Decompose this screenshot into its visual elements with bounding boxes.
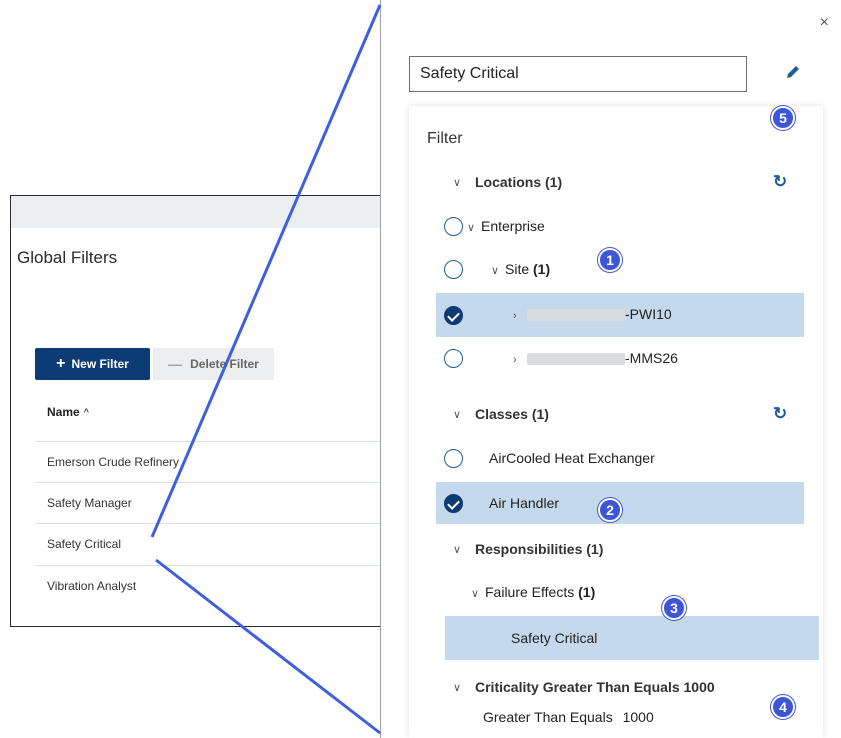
window-top-bar (11, 196, 389, 228)
chevron-right-icon: › (513, 354, 517, 366)
callout-badge-4: 4 (771, 695, 795, 719)
chevron-down-icon: ∨ (467, 222, 476, 234)
callout-badge-2: 2 (598, 498, 622, 522)
failure-effects-item[interactable]: ∨ Failure Effects (1) (471, 584, 595, 600)
locations-header-label: Locations (1) (475, 174, 563, 190)
class-item2-radio[interactable] (444, 494, 463, 513)
site-radio[interactable] (444, 260, 463, 279)
site-item[interactable]: ∨ Site (1) (491, 261, 550, 277)
page-title: Global Filters (17, 248, 118, 267)
new-filter-label: New Filter (71, 357, 129, 371)
row-label: Safety Manager (47, 495, 132, 510)
global-filters-window: Global Filters + New Filter — Delete Fil… (10, 195, 390, 627)
class-item2-label[interactable]: Air Handler (489, 495, 559, 511)
callout-badge-5: 5 (771, 106, 795, 130)
responsibilities-header-label: Responsibilities (1) (475, 541, 604, 557)
filter-name-value: Safety Critical (420, 65, 519, 82)
location-item1-radio[interactable] (444, 306, 463, 325)
plus-icon: + (56, 355, 66, 372)
chevron-down-icon: ∨ (471, 588, 480, 600)
location-item1[interactable]: › -PWI10 (513, 306, 672, 322)
failure-effects-count: (1) (578, 584, 596, 600)
site-count: (1) (533, 261, 551, 277)
table-row[interactable]: Safety Manager (35, 482, 390, 522)
failure-effects-label: Failure Effects (485, 584, 575, 600)
delete-filter-button[interactable]: — Delete Filter (153, 348, 274, 380)
callout-badge-1: 1 (598, 248, 622, 272)
location-item1-suffix: -PWI10 (625, 306, 672, 322)
name-column-label: Name (47, 405, 80, 419)
table-row[interactable]: Safety Critical (35, 523, 390, 563)
redacted-block (527, 309, 625, 322)
criticality-value: 1000 (622, 709, 654, 725)
location-item2-suffix: -MMS26 (625, 350, 678, 366)
class-item1-radio[interactable] (444, 449, 463, 468)
callout-badge-3: 3 (662, 596, 686, 620)
chevron-down-icon: ∨ (453, 408, 462, 421)
minus-icon: — (168, 356, 183, 372)
classes-header-label: Classes (1) (475, 406, 549, 422)
site-label: Site (505, 261, 530, 277)
name-column-header[interactable]: Name ^ (47, 405, 89, 419)
table-row[interactable]: Vibration Analyst (35, 565, 390, 605)
row-label: Emerson Crude Refinery (47, 454, 180, 469)
locations-section-header[interactable]: ∨ Locations (1) (453, 174, 562, 190)
pencil-icon[interactable] (783, 62, 803, 82)
chevron-down-icon: ∨ (453, 176, 462, 189)
close-icon[interactable]: × (820, 14, 829, 32)
enterprise-item[interactable]: ∨ Enterprise (467, 218, 545, 234)
location-item2[interactable]: › -MMS26 (513, 350, 678, 366)
location-item2-radio[interactable] (444, 349, 463, 368)
new-filter-button[interactable]: + New Filter (35, 348, 150, 380)
criticality-header-label: Criticality Greater Than Equals 1000 (475, 679, 715, 695)
redacted-block (527, 353, 625, 366)
responsibilities-section-header[interactable]: ∨ Responsibilities (1) (453, 541, 603, 557)
delete-filter-label: Delete Filter (190, 357, 259, 371)
filter-title: Filter (427, 130, 463, 147)
sort-asc-icon: ^ (83, 407, 89, 419)
selected-row-highlight (445, 616, 819, 660)
chevron-right-icon: › (513, 310, 517, 322)
refresh-icon[interactable]: ↻ (773, 404, 787, 424)
chevron-down-icon: ∨ (453, 543, 462, 556)
chevron-down-icon: ∨ (453, 681, 462, 694)
refresh-icon[interactable]: ↻ (773, 172, 787, 192)
responsibility-item[interactable]: Safety Critical (511, 630, 597, 646)
classes-section-header[interactable]: ∨ Classes (1) (453, 406, 549, 422)
chevron-down-icon: ∨ (491, 265, 500, 277)
criticality-value-row: Greater Than Equals 1000 (483, 709, 654, 725)
enterprise-label: Enterprise (481, 218, 545, 234)
enterprise-radio[interactable] (444, 217, 463, 236)
row-label: Safety Critical (47, 536, 122, 551)
filter-card: Filter ∨ Locations (1) ↻ ∨ Enterprise ∨ Si… (409, 106, 823, 738)
criticality-section-header[interactable]: ∨ Criticality Greater Than Equals 1000 (453, 679, 715, 695)
row-label: Vibration Analyst (47, 578, 137, 593)
filter-name-input[interactable]: Safety Critical (409, 56, 747, 92)
criticality-label: Greater Than Equals (483, 709, 613, 725)
table-row[interactable]: Emerson Crude Refinery (35, 441, 390, 481)
class-item1-label[interactable]: AirCooled Heat Exchanger (489, 450, 655, 466)
